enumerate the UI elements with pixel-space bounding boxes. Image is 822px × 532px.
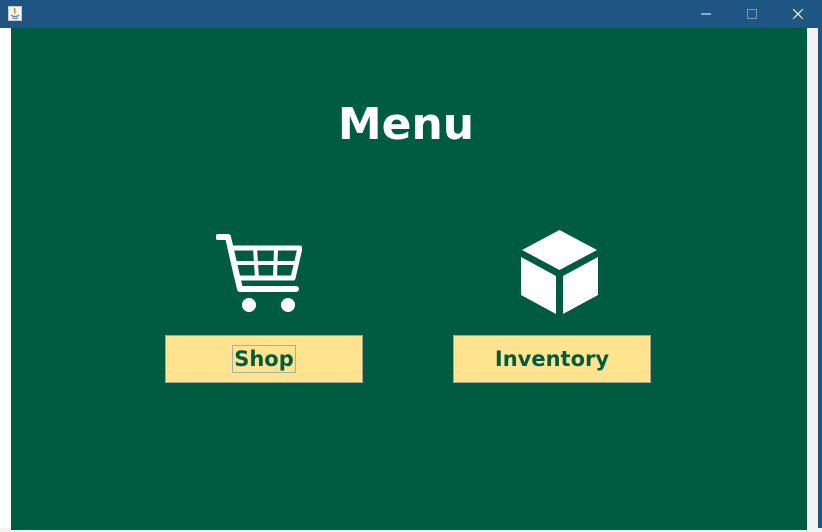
app-window: Menu Shop Inventory: [0, 0, 822, 532]
inventory-button-label: Inventory: [494, 347, 610, 371]
java-app-icon: [8, 6, 22, 21]
shop-button-label: Shop: [232, 345, 296, 373]
inventory-button[interactable]: Inventory: [453, 335, 651, 383]
window-edge-right: [818, 28, 822, 532]
menu-panel: Menu Shop Inventory: [11, 28, 807, 530]
maximize-button[interactable]: [729, 0, 775, 28]
close-icon: [792, 8, 804, 20]
window-border-left: [0, 28, 11, 532]
maximize-icon: [747, 9, 757, 19]
close-button[interactable]: [775, 0, 821, 28]
menu-title: Menu: [337, 99, 475, 150]
minimize-button[interactable]: [683, 0, 729, 28]
minimize-icon: [701, 13, 711, 15]
title-bar[interactable]: [0, 0, 822, 28]
shop-button[interactable]: Shop: [165, 335, 363, 383]
cube-icon: [521, 230, 598, 314]
shopping-cart-icon: [216, 234, 302, 312]
